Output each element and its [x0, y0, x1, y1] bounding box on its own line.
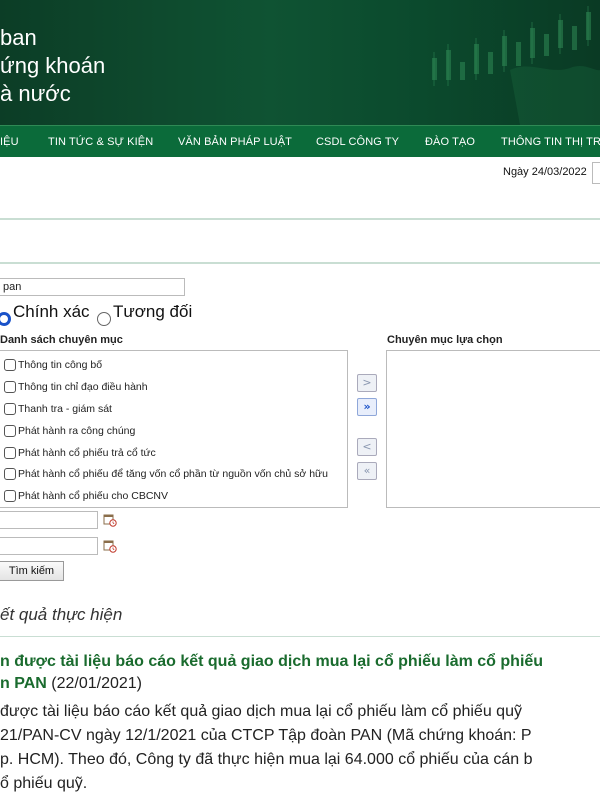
- category-checkbox[interactable]: [4, 403, 16, 415]
- result-title-line2: n PAN (22/01/2021): [0, 673, 142, 695]
- calendar-icon[interactable]: [103, 513, 117, 527]
- category-checkbox[interactable]: [4, 381, 16, 393]
- result-title-link[interactable]: n được tài liệu báo cáo kết quả giao dịc…: [0, 651, 543, 673]
- selected-category-list[interactable]: [386, 350, 600, 508]
- site-banner: ban ứng khoán à nước: [0, 0, 600, 125]
- nav-item-training[interactable]: ĐÀO TẠO: [425, 126, 475, 158]
- category-list[interactable]: Thông tin công bố Thông tin chỉ đạo điều…: [0, 350, 348, 508]
- category-checkbox[interactable]: [4, 359, 16, 371]
- nav-item-market-info[interactable]: THÔNG TIN THỊ TR: [501, 126, 600, 158]
- radio-exact[interactable]: [0, 312, 11, 326]
- category-checkbox[interactable]: [4, 468, 16, 480]
- nav-item-company-db[interactable]: CSDL CÔNG TY: [316, 126, 399, 158]
- site-title-line: à nước: [0, 81, 71, 106]
- category-checkbox[interactable]: [4, 490, 16, 502]
- divider: [0, 636, 600, 637]
- from-date-input[interactable]: [0, 511, 98, 529]
- category-label: Thanh tra - giám sát: [18, 403, 112, 415]
- header-search-box[interactable]: [592, 162, 600, 184]
- site-title-line: ban: [0, 25, 37, 50]
- radio-relative-label: Tương đối: [113, 302, 193, 321]
- divider: [0, 262, 600, 264]
- category-checkbox[interactable]: [4, 447, 16, 459]
- result-body-line: 21/PAN-CV ngày 12/1/2021 của CTCP Tập đo…: [0, 727, 532, 744]
- calendar-icon[interactable]: [103, 539, 117, 553]
- results-title: ết quả thực hiện: [0, 605, 123, 624]
- result-body-line: ổ phiếu quỹ.: [0, 775, 88, 792]
- result-body-line: được tài liệu báo cáo kết quả giao dịch …: [0, 703, 522, 720]
- category-label: Phát hành cổ phiếu để tăng vốn cổ phần t…: [18, 468, 328, 480]
- category-label: Phát hành ra công chúng: [18, 425, 136, 437]
- selected-list-header: Chuyên mục lựa chọn: [387, 334, 503, 346]
- nav-item-intro[interactable]: IỆU: [0, 126, 19, 158]
- category-label: Phát hành cổ phiếu trả cổ tức: [18, 447, 156, 459]
- move-left-button[interactable]: <: [357, 438, 377, 456]
- radio-exact-label: Chính xác: [13, 302, 90, 321]
- site-title-line: ứng khoán: [0, 53, 106, 78]
- category-checkbox[interactable]: [4, 425, 16, 437]
- divider: [0, 218, 600, 220]
- move-all-left-button[interactable]: «: [357, 462, 377, 480]
- result-date: (22/01/2021): [46, 675, 142, 692]
- result-body-line: p. HCM). Theo đó, Công ty đã thực hiện m…: [0, 751, 533, 768]
- category-label: Thông tin chỉ đạo điều hành: [18, 381, 148, 393]
- category-label: Phát hành cổ phiếu cho CBCNV: [18, 490, 169, 502]
- site-title: ban ứng khoán à nước: [0, 24, 105, 108]
- result-title-link-cont[interactable]: n PAN: [0, 675, 47, 692]
- move-right-button[interactable]: >: [357, 374, 377, 392]
- nav-item-news[interactable]: TIN TỨC & SỰ KIỆN: [48, 126, 153, 158]
- banner-stock-chart-decoration: [432, 6, 600, 125]
- to-date-input[interactable]: [0, 537, 98, 555]
- current-date: Ngày 24/03/2022: [503, 166, 587, 178]
- nav-item-legal-docs[interactable]: VĂN BẢN PHÁP LUẬT: [178, 126, 292, 158]
- search-button[interactable]: Tìm kiếm: [0, 561, 64, 581]
- radio-relative[interactable]: [97, 312, 111, 326]
- category-list-header: Danh sách chuyên mục: [0, 334, 123, 346]
- main-nav: IỆU TIN TỨC & SỰ KIỆN VĂN BẢN PHÁP LUẬT …: [0, 125, 600, 157]
- category-label: Thông tin công bố: [18, 359, 103, 371]
- keyword-input[interactable]: [0, 278, 185, 296]
- move-all-right-button[interactable]: »: [357, 398, 377, 416]
